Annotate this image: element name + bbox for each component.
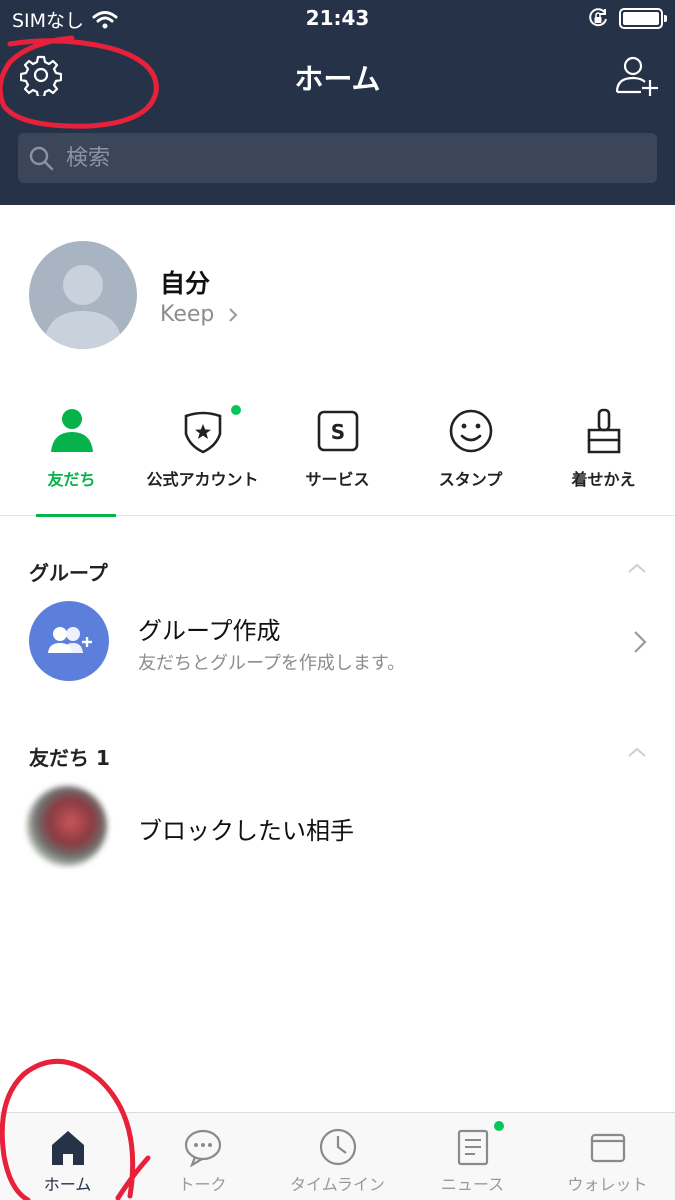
- collapse-chevron-icon[interactable]: [627, 746, 647, 758]
- brush-icon: [587, 408, 621, 454]
- battery-icon: [619, 7, 667, 29]
- bottom-tab-talk[interactable]: トーク: [135, 1113, 270, 1200]
- wallet-icon: [590, 1133, 626, 1163]
- chevron-right-icon: [229, 307, 238, 322]
- search-bar[interactable]: [18, 133, 657, 183]
- clock-icon: [319, 1128, 357, 1166]
- add-friend-icon[interactable]: [613, 52, 661, 100]
- bottom-tab-home[interactable]: ホーム: [0, 1113, 135, 1200]
- search-icon: [29, 146, 54, 171]
- tab-stickers[interactable]: スタンプ: [403, 398, 538, 516]
- bottom-tab-timeline[interactable]: タイムライン: [270, 1113, 405, 1200]
- app-header: SIMなし 21:43 ホーム: [0, 0, 675, 205]
- shield-star-icon: [184, 411, 222, 454]
- tab-themes[interactable]: 着せかえ: [536, 398, 671, 516]
- bottom-tab-label: ウォレット: [567, 1175, 648, 1194]
- collapse-chevron-icon[interactable]: [627, 562, 647, 574]
- friends-section-title: 友だち 1: [29, 746, 110, 770]
- keep-link[interactable]: Keep: [160, 302, 238, 327]
- group-add-icon: [48, 627, 92, 653]
- keep-label: Keep: [160, 302, 215, 327]
- friend-avatar[interactable]: [27, 786, 107, 866]
- smiley-icon: [449, 409, 493, 453]
- new-badge-dot: [231, 405, 241, 415]
- tab-label: 友だち: [47, 470, 96, 489]
- status-time: 21:43: [305, 6, 370, 30]
- bottom-tab-bar: ホーム トーク タイムライン ニュース ウォレット: [0, 1112, 675, 1200]
- rotation-lock-icon: [589, 8, 607, 27]
- create-group-title[interactable]: グループ作成: [138, 611, 281, 646]
- chat-bubble-icon: [184, 1129, 222, 1167]
- tab-services[interactable]: S サービス: [270, 398, 405, 516]
- status-right: [587, 7, 667, 29]
- my-avatar[interactable]: [29, 241, 137, 349]
- page-title: ホーム: [294, 62, 381, 96]
- create-group-icon[interactable]: [29, 601, 109, 681]
- bottom-tab-label: トーク: [178, 1175, 227, 1194]
- bottom-tab-label: タイムライン: [290, 1175, 385, 1194]
- tab-label: 着せかえ: [571, 470, 636, 489]
- news-icon: [457, 1129, 489, 1166]
- group-section-title: グループ: [29, 561, 108, 585]
- profile-name[interactable]: 自分: [160, 264, 210, 300]
- new-badge-dot: [494, 1121, 504, 1131]
- status-bar: SIMなし 21:43: [0, 0, 675, 38]
- home-icon: [52, 1131, 84, 1165]
- create-group-subtitle: 友だちとグループを作成します。: [138, 653, 406, 674]
- person-icon: [51, 409, 93, 452]
- tab-label: 公式アカウント: [146, 470, 259, 489]
- default-avatar-icon: [43, 265, 123, 349]
- tab-official-accounts[interactable]: 公式アカウント: [135, 398, 270, 516]
- tab-label: スタンプ: [438, 470, 503, 489]
- service-s-icon: S: [317, 410, 359, 452]
- tab-friends[interactable]: 友だち: [4, 398, 139, 517]
- bottom-tab-label: ホーム: [43, 1175, 92, 1194]
- bottom-tab-wallet[interactable]: ウォレット: [540, 1113, 675, 1200]
- active-tab-indicator: [36, 514, 116, 517]
- bottom-tab-news[interactable]: ニュース: [405, 1113, 540, 1200]
- friend-name[interactable]: ブロックしたい相手: [138, 811, 354, 846]
- category-tabs: 友だち 公式アカウント S サービス スタンプ 着せかえ: [0, 398, 675, 517]
- bottom-tab-label: ニュース: [440, 1175, 505, 1194]
- svg-text:S: S: [331, 420, 345, 444]
- tab-label: サービス: [305, 470, 370, 489]
- chevron-right-icon[interactable]: [633, 630, 647, 654]
- search-input[interactable]: [66, 133, 646, 183]
